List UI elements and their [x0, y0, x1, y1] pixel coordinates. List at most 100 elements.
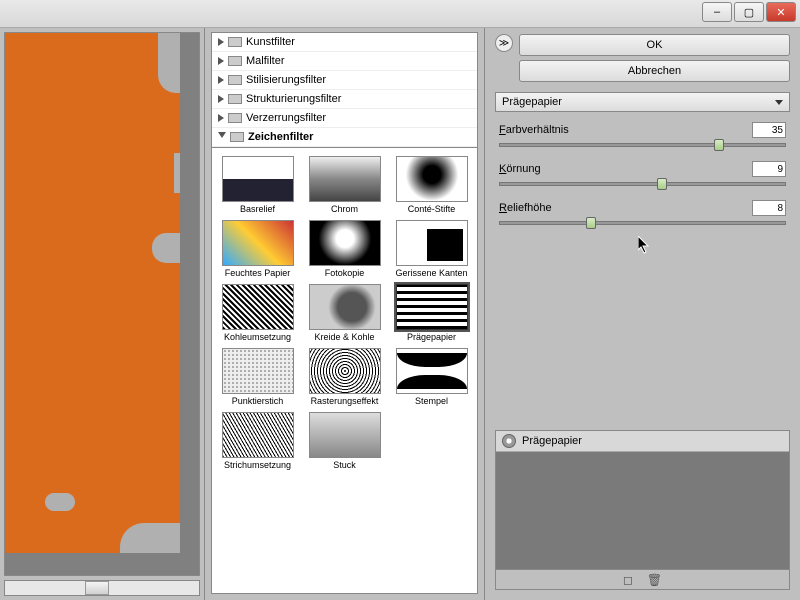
- filter-thumb[interactable]: Feuchtes Papier: [216, 220, 299, 278]
- thumb-label: Stempel: [390, 396, 473, 406]
- category-label: Kunstfilter: [246, 36, 295, 48]
- category-item[interactable]: Strukturierungsfilter: [212, 90, 477, 109]
- category-item[interactable]: Malfilter: [212, 52, 477, 71]
- effect-layers-panel: Prägepapier ◻ 🗑: [495, 430, 790, 590]
- disclosure-icon: [218, 76, 224, 84]
- thumb-image: [309, 284, 381, 330]
- category-label: Zeichenfilter: [248, 131, 313, 143]
- close-button[interactable]: ✕: [766, 2, 796, 22]
- category-label: Verzerrungsfilter: [246, 112, 326, 124]
- slider-koernung: Körnung: [495, 161, 790, 190]
- thumb-image: [222, 156, 294, 202]
- thumb-image: [396, 220, 468, 266]
- category-item[interactable]: Kunstfilter: [212, 33, 477, 52]
- slider-label: Körnung: [499, 163, 541, 175]
- filter-pane: Kunstfilter Malfilter Stilisierungsfilter S…: [205, 28, 485, 600]
- thumb-image: [396, 156, 468, 202]
- preview-viewport[interactable]: [4, 32, 200, 576]
- folder-icon: [230, 132, 244, 142]
- filter-thumb[interactable]: Punktierstich: [216, 348, 299, 406]
- filter-thumb[interactable]: Fotokopie: [303, 220, 386, 278]
- folder-icon: [228, 113, 242, 123]
- thumb-label: Prägepapier: [390, 332, 473, 342]
- filter-thumb[interactable]: Kohleumsetzung: [216, 284, 299, 342]
- filter-thumb[interactable]: Stuck: [303, 412, 386, 470]
- thumb-label: Rasterungseffekt: [303, 396, 386, 406]
- cancel-button[interactable]: Abbrechen: [519, 60, 790, 82]
- category-label: Strukturierungsfilter: [246, 93, 341, 105]
- filter-thumb[interactable]: Prägepapier: [390, 284, 473, 342]
- filter-thumb[interactable]: Kreide & Kohle: [303, 284, 386, 342]
- slider-farbverhaeltnis: Farbverhältnis: [495, 122, 790, 151]
- thumb-image: [309, 220, 381, 266]
- slider-value-input[interactable]: [752, 161, 786, 177]
- category-item[interactable]: Stilisierungsfilter: [212, 71, 477, 90]
- filter-thumb[interactable]: Rasterungseffekt: [303, 348, 386, 406]
- effect-layer-stack: [496, 452, 789, 569]
- effect-layer-footer: ◻ 🗑: [496, 569, 789, 589]
- filter-thumb[interactable]: Conté-Stifte: [390, 156, 473, 214]
- settings-pane: ≫ OK Abbrechen Prägepapier Farbverhältni…: [485, 28, 800, 600]
- thumbnail-area: Basrelief Chrom Conté-Stifte Feuchtes Papie…: [211, 148, 478, 594]
- folder-icon: [228, 37, 242, 47]
- maximize-button[interactable]: ▢: [734, 2, 764, 22]
- slider-reliefhoehe: Reliefhöhe: [495, 200, 790, 229]
- ok-button[interactable]: OK: [519, 34, 790, 56]
- thumb-image: [396, 284, 468, 330]
- thumb-image: [222, 348, 294, 394]
- slider-track[interactable]: [499, 221, 786, 225]
- slider-label: Reliefhöhe: [499, 202, 552, 214]
- folder-icon: [228, 94, 242, 104]
- filter-thumb[interactable]: Strichumsetzung: [216, 412, 299, 470]
- slider-track[interactable]: [499, 182, 786, 186]
- category-label: Stilisierungsfilter: [246, 74, 326, 86]
- preview-pane: [0, 28, 205, 600]
- thumb-label: Strichumsetzung: [216, 460, 299, 470]
- disclosure-icon: [218, 38, 224, 46]
- thumb-label: Gerissene Kanten: [390, 268, 473, 278]
- thumb-label: Fotokopie: [303, 268, 386, 278]
- folder-icon: [228, 75, 242, 85]
- disclosure-icon: [218, 95, 224, 103]
- thumb-label: Feuchtes Papier: [216, 268, 299, 278]
- thumb-label: Chrom: [303, 204, 386, 214]
- thumb-image: [309, 348, 381, 394]
- slider-track[interactable]: [499, 143, 786, 147]
- category-item[interactable]: Verzerrungsfilter: [212, 109, 477, 128]
- thumb-label: Punktierstich: [216, 396, 299, 406]
- category-label: Malfilter: [246, 55, 285, 67]
- category-list: Kunstfilter Malfilter Stilisierungsfilter S…: [211, 32, 478, 148]
- thumb-label: Basrelief: [216, 204, 299, 214]
- thumb-label: Conté-Stifte: [390, 204, 473, 214]
- slider-value-input[interactable]: [752, 200, 786, 216]
- filter-thumb[interactable]: Basrelief: [216, 156, 299, 214]
- collapse-icon[interactable]: ≫: [495, 34, 513, 52]
- preview-canvas: [5, 33, 180, 553]
- thumb-image: [222, 284, 294, 330]
- slider-value-input[interactable]: [752, 122, 786, 138]
- thumb-label: Kohleumsetzung: [216, 332, 299, 342]
- thumb-image: [222, 220, 294, 266]
- window-titlebar: – ▢ ✕: [0, 0, 800, 28]
- disclosure-icon: [218, 132, 226, 142]
- preview-hscroll[interactable]: [4, 580, 200, 596]
- filter-thumb[interactable]: Chrom: [303, 156, 386, 214]
- minimize-button[interactable]: –: [702, 2, 732, 22]
- effect-layer-row[interactable]: Prägepapier: [496, 431, 789, 452]
- filter-dropdown[interactable]: Prägepapier: [495, 92, 790, 112]
- disclosure-icon: [218, 57, 224, 65]
- thumb-image: [309, 156, 381, 202]
- effect-layer-name: Prägepapier: [522, 435, 582, 447]
- filter-thumb[interactable]: Gerissene Kanten: [390, 220, 473, 278]
- slider-label: Farbverhältnis: [499, 124, 569, 136]
- thumb-image: [222, 412, 294, 458]
- visibility-icon[interactable]: [502, 434, 516, 448]
- thumb-image: [396, 348, 468, 394]
- dropdown-value: Prägepapier: [502, 96, 562, 108]
- filter-thumb[interactable]: Stempel: [390, 348, 473, 406]
- trash-icon[interactable]: 🗑: [647, 573, 662, 587]
- new-layer-icon[interactable]: ◻: [623, 573, 633, 587]
- folder-icon: [228, 56, 242, 66]
- category-item[interactable]: Zeichenfilter: [212, 128, 477, 147]
- disclosure-icon: [218, 114, 224, 122]
